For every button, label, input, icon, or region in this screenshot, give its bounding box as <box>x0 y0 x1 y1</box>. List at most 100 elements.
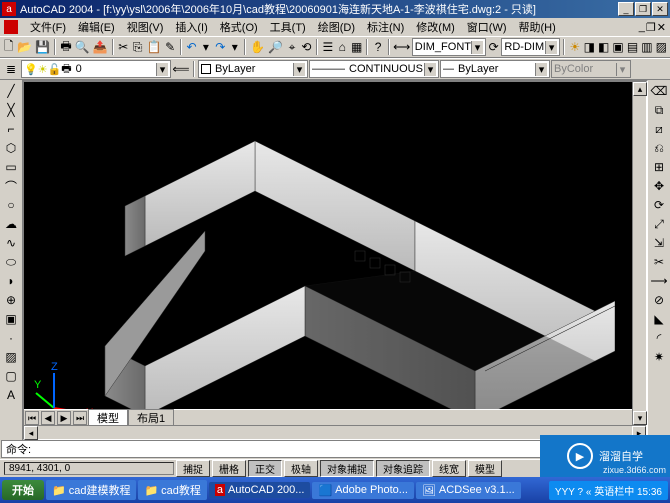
region-icon[interactable]: ▢ <box>2 367 20 385</box>
start-button[interactable]: 开始 <box>2 480 44 500</box>
redo-drop-icon[interactable]: ▾ <box>228 38 241 56</box>
dim-linear-icon[interactable]: ⟷ <box>393 38 411 56</box>
zoom-win-icon[interactable]: ⌖ <box>285 38 298 56</box>
xline-icon[interactable]: ╳ <box>2 101 20 119</box>
help-icon[interactable]: ? <box>371 38 384 56</box>
break-icon[interactable]: ⊘ <box>650 291 668 309</box>
print-icon[interactable]: 🖶 <box>59 38 72 56</box>
scale-icon[interactable]: ⤢ <box>650 215 668 233</box>
dim-group-dropdown[interactable]: RD-DIM▾ <box>501 38 560 56</box>
fillet-icon[interactable]: ◜ <box>650 329 668 347</box>
snap-button[interactable]: 捕捉 <box>176 460 210 477</box>
grid-button[interactable]: 栅格 <box>212 460 246 477</box>
layer-prev-icon[interactable]: ⟸ <box>172 60 190 78</box>
explode-icon[interactable]: ✷ <box>650 348 668 366</box>
scroll-down-icon[interactable]: ▾ <box>633 411 647 425</box>
doc-close-button[interactable]: ✕ <box>657 21 666 34</box>
polar-button[interactable]: 极轴 <box>284 460 318 477</box>
insert-icon[interactable]: ⊕ <box>2 291 20 309</box>
ortho-button[interactable]: 正交 <box>248 460 282 477</box>
erase-icon[interactable]: ⌫ <box>650 82 668 100</box>
revcloud-icon[interactable]: ☁ <box>2 215 20 233</box>
save-icon[interactable]: 💾 <box>34 38 51 56</box>
line-icon[interactable]: ╱ <box>2 82 20 100</box>
text-icon[interactable]: A <box>2 386 20 404</box>
layer-dropdown[interactable]: 💡 ☀ 🔓 🖶 0 ▾ <box>21 60 171 78</box>
render-icon[interactable]: ☀ <box>568 38 581 56</box>
trim-icon[interactable]: ✂ <box>650 253 668 271</box>
taskbar-item[interactable]: 🖼ACDSee v3.1... <box>416 482 521 499</box>
menu-dimension[interactable]: 标注(N) <box>361 19 410 35</box>
doc-minimize-button[interactable]: _ <box>639 21 645 34</box>
shade2-icon[interactable]: ▣ <box>611 38 624 56</box>
layer-manager-icon[interactable]: ≣ <box>2 60 20 78</box>
polygon-icon[interactable]: ⬡ <box>2 139 20 157</box>
menu-file[interactable]: 文件(F) <box>24 19 72 35</box>
tab-prev-button[interactable]: ◀ <box>41 411 55 425</box>
tab-layout1[interactable]: 布局1 <box>128 409 174 427</box>
dim-update-icon[interactable]: ⟳ <box>487 38 500 56</box>
taskbar-item-active[interactable]: aAutoCAD 200... <box>209 482 311 498</box>
dc-icon[interactable]: ⌂ <box>336 38 349 56</box>
taskbar-item[interactable]: 📁cad建模教程 <box>46 480 136 500</box>
menu-help[interactable]: 帮助(H) <box>513 19 562 35</box>
scroll-left-icon[interactable]: ◂ <box>24 426 38 440</box>
arc-icon[interactable]: ⌒ <box>2 177 20 195</box>
menu-window[interactable]: 窗口(W) <box>461 19 513 35</box>
menu-format[interactable]: 格式(O) <box>214 19 264 35</box>
zoom-rt-icon[interactable]: 🔎 <box>267 38 284 56</box>
ellipse-icon[interactable]: ⬭ <box>2 253 20 271</box>
array-icon[interactable]: ⊞ <box>650 158 668 176</box>
otrack-button[interactable]: 对象追踪 <box>376 460 430 477</box>
model-button[interactable]: 模型 <box>468 460 502 477</box>
shade-icon[interactable]: ◧ <box>597 38 610 56</box>
tab-next-button[interactable]: ▶ <box>57 411 71 425</box>
redo-icon[interactable]: ↷ <box>214 38 227 56</box>
pan-icon[interactable]: ✋ <box>249 38 266 56</box>
chamfer-icon[interactable]: ◣ <box>650 310 668 328</box>
plotstyle-dropdown[interactable]: ByColor▾ <box>551 60 631 78</box>
menu-modify[interactable]: 修改(M) <box>410 19 461 35</box>
hatch-icon[interactable]: ▨ <box>2 348 20 366</box>
match-icon[interactable]: ✎ <box>163 38 176 56</box>
paste-icon[interactable]: 📋 <box>145 38 162 56</box>
menu-draw[interactable]: 绘图(D) <box>312 19 361 35</box>
osnap-button[interactable]: 对象捕捉 <box>320 460 374 477</box>
zoom-prev-icon[interactable]: ⟲ <box>300 38 313 56</box>
rotate-icon[interactable]: ⟳ <box>650 196 668 214</box>
mirror-icon[interactable]: ⧄ <box>650 120 668 138</box>
taskbar-item[interactable]: 🟦Adobe Photo... <box>312 482 413 499</box>
circle-icon[interactable]: ○ <box>2 196 20 214</box>
extend-icon[interactable]: ⟶ <box>650 272 668 290</box>
stretch-icon[interactable]: ⇲ <box>650 234 668 252</box>
move-icon[interactable]: ✥ <box>650 177 668 195</box>
lineweight-dropdown[interactable]: —ByLayer▾ <box>440 60 550 78</box>
vertical-scrollbar[interactable]: ▴▾ <box>632 82 646 425</box>
block-icon[interactable]: ▣ <box>2 310 20 328</box>
spline-icon[interactable]: ∿ <box>2 234 20 252</box>
shade3-icon[interactable]: ▤ <box>626 38 639 56</box>
undo-icon[interactable]: ↶ <box>185 38 198 56</box>
linetype-dropdown[interactable]: ———CONTINUOUS▾ <box>309 60 439 78</box>
taskbar-item[interactable]: 📁cad教程 <box>138 480 206 500</box>
color-dropdown[interactable]: ByLayer▾ <box>198 60 308 78</box>
ellipsearc-icon[interactable]: ◗ <box>2 272 20 290</box>
pline-icon[interactable]: ⌐ <box>2 120 20 138</box>
shade4-icon[interactable]: ▥ <box>640 38 653 56</box>
tab-first-button[interactable]: ⏮ <box>25 411 39 425</box>
hide-icon[interactable]: ◨ <box>583 38 596 56</box>
point-icon[interactable]: · <box>2 329 20 347</box>
new-icon[interactable]: 🗋 <box>2 38 15 56</box>
lwt-button[interactable]: 线宽 <box>432 460 466 477</box>
close-button[interactable]: ✕ <box>652 2 668 16</box>
properties-icon[interactable]: ☰ <box>321 38 334 56</box>
undo-drop-icon[interactable]: ▾ <box>199 38 212 56</box>
offset-icon[interactable]: ⎌ <box>650 139 668 157</box>
viewport[interactable]: X Y Z ▴▾ ⏮ ◀ ▶ ⏭ 模型 布局1 ◂▸ <box>22 80 648 441</box>
publish-icon[interactable]: 📤 <box>92 38 109 56</box>
copy-obj-icon[interactable]: ⧉ <box>650 101 668 119</box>
open-icon[interactable]: 📂 <box>16 38 33 56</box>
minimize-button[interactable]: _ <box>618 2 634 16</box>
system-tray[interactable]: YYY ? « 英语栏中 15:36 <box>549 481 668 500</box>
menu-view[interactable]: 视图(V) <box>121 19 170 35</box>
